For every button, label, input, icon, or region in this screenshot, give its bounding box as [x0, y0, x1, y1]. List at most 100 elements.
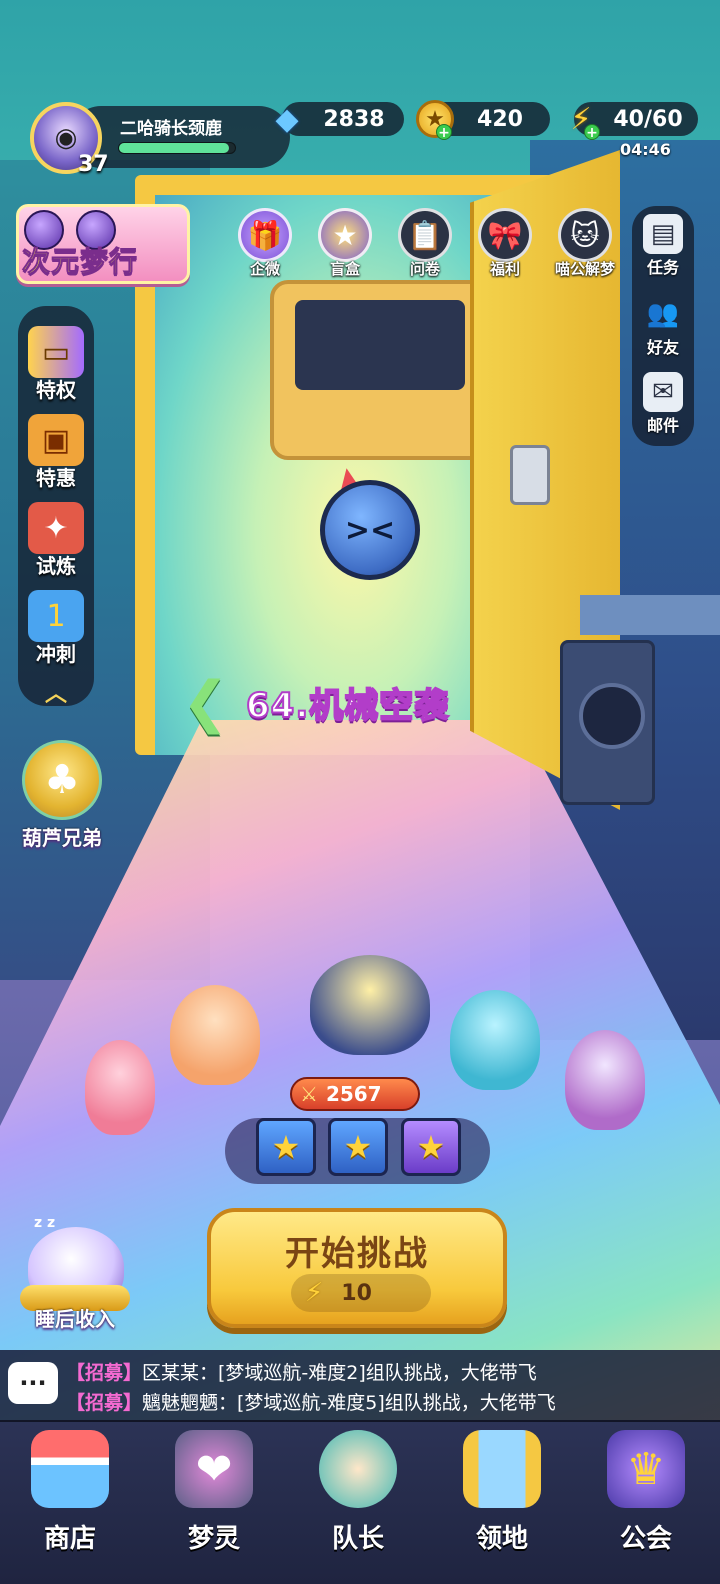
right-item-tasks[interactable]: ▤ 任务	[632, 214, 694, 286]
player-name: 二哈骑长颈鹿	[120, 119, 222, 139]
energy-value: 40/60	[613, 106, 683, 132]
left-item-discount[interactable]: ▣ 特惠	[18, 414, 94, 500]
top-icon-blindbox[interactable]: ★ 盲盒	[306, 208, 384, 282]
nav-label: 领地	[475, 1524, 528, 1554]
zzz-icon: z z	[34, 1215, 56, 1231]
start-challenge-label: 开始挑战	[285, 1234, 429, 1274]
energy-cost: ⚡ 10	[291, 1274, 431, 1312]
chat-bubble-icon[interactable]: ···	[8, 1362, 58, 1404]
top-icon-label: 问卷	[409, 260, 440, 278]
exp-bar-fill	[119, 143, 230, 153]
nav-label: 商店	[43, 1524, 96, 1554]
friends-icon: 👥	[646, 299, 680, 329]
right-item-label: 任务	[646, 258, 679, 277]
chat-tag: 【招募】	[66, 1392, 143, 1414]
right-item-mail[interactable]: ✉ 邮件	[632, 372, 694, 444]
right-item-friends[interactable]: 👥 好友	[632, 294, 694, 366]
captain-icon	[319, 1430, 397, 1508]
player-level: 37	[78, 152, 109, 177]
cat-icon: 🐱	[558, 208, 612, 262]
welfare-gift-icon: 🎀	[478, 208, 532, 262]
add-coin-icon[interactable]: +	[436, 124, 452, 141]
top-icon-label: 福利	[489, 260, 520, 278]
nav-dream-spirit[interactable]: ❤ 梦灵	[154, 1430, 274, 1560]
top-icon-label: 企微	[249, 260, 280, 278]
guild-icon: ♛	[607, 1430, 685, 1508]
nav-label: 梦灵	[187, 1524, 240, 1554]
diamond-icon: ◆	[275, 101, 299, 137]
territory-door-icon	[463, 1430, 541, 1508]
mail-icon: ✉	[643, 372, 683, 412]
event-title: 次元梦行	[21, 245, 139, 279]
energy-bolt-icon: ⚡	[305, 1278, 324, 1308]
shop-icon	[31, 1430, 109, 1508]
task-book-icon: ▤	[643, 214, 683, 254]
top-icon-label: 盲盒	[329, 260, 360, 278]
left-item-label: 冲刺	[36, 642, 76, 666]
nav-label: 公会	[619, 1524, 672, 1554]
energy-timer: 04:46	[620, 140, 671, 159]
door-handle-icon	[510, 445, 550, 505]
team-power-value: 2567	[325, 1082, 382, 1106]
top-icon-wecom[interactable]: 🎁 企微	[226, 208, 304, 282]
desk	[580, 595, 720, 635]
hero-knight[interactable]	[310, 955, 430, 1055]
hero-goggles[interactable]	[170, 985, 260, 1085]
nav-shop[interactable]: 商店	[10, 1430, 130, 1560]
left-item-label: 试炼	[36, 554, 76, 578]
previous-stage-arrow-icon[interactable]: ❮	[182, 672, 229, 734]
boss-robot[interactable]: ><	[320, 480, 420, 580]
dream-spirit-icon: ❤	[175, 1430, 253, 1508]
hero-spider-girl[interactable]	[565, 1030, 645, 1130]
left-item-label: 特惠	[36, 466, 76, 490]
top-icon-label: 喵公解梦	[554, 260, 615, 278]
hero-nurse[interactable]	[85, 1040, 155, 1135]
hero-genie[interactable]	[450, 990, 540, 1090]
chat-line[interactable]: 【招募】魑魅魍魉：[梦域巡航-难度5]组队挑战，大佬带飞	[66, 1388, 556, 1415]
sword-icon: ⚔	[300, 1082, 318, 1106]
exp-bar	[118, 142, 236, 154]
nav-territory[interactable]: 领地	[442, 1430, 562, 1560]
add-energy-icon[interactable]: +	[584, 124, 600, 141]
reward-chest-2[interactable]: ★	[328, 1118, 388, 1176]
gourd-brothers-button[interactable]: ♣ 葫芦兄弟	[12, 740, 112, 860]
gourd-icon: ♣	[22, 740, 102, 820]
reward-chest-3[interactable]: ★	[401, 1118, 461, 1176]
gift-icon: 🎁	[238, 208, 292, 262]
trial-cannon-icon: ✦	[28, 502, 84, 554]
coin-value: 420	[477, 106, 523, 132]
start-challenge-button[interactable]: 开始挑战 ⚡ 10	[207, 1208, 507, 1328]
top-icon-welfare[interactable]: 🎀 福利	[466, 208, 544, 282]
sleep-income-label: 睡后收入	[35, 1307, 115, 1331]
privilege-card-icon: ▭	[28, 326, 84, 378]
clipboard-icon: 📋	[398, 208, 452, 262]
right-item-label: 邮件	[646, 416, 679, 435]
left-item-label: 特权	[36, 378, 76, 402]
stage-title: 64.机械空袭	[245, 685, 450, 727]
top-icon-survey[interactable]: 📋 问卷	[386, 208, 464, 282]
sprint-rank-icon: 1	[28, 590, 84, 642]
gourd-label: 葫芦兄弟	[22, 826, 102, 850]
left-item-privilege[interactable]: ▭ 特权	[18, 326, 94, 412]
left-item-sprint[interactable]: 1 冲刺	[18, 590, 94, 676]
top-icon-dream[interactable]: 🐱 喵公解梦	[546, 208, 624, 282]
reward-chest-1[interactable]: ★	[256, 1118, 316, 1176]
chat-message: 区某某：[梦域巡航-难度2]组队挑战，大佬带飞	[142, 1362, 537, 1384]
speaker	[560, 640, 655, 805]
team-power-badge: ⚔ 2567	[290, 1077, 420, 1111]
chat-message: 魑魅魍魉：[梦域巡航-难度5]组队挑战，大佬带飞	[142, 1392, 556, 1414]
diamond-value: 2838	[323, 106, 385, 132]
sleep-income-button[interactable]: z z 睡后收入	[10, 1215, 140, 1335]
discount-box-icon: ▣	[28, 414, 84, 466]
chat-line[interactable]: 【招募】区某某：[梦域巡航-难度2]组队挑战，大佬带飞	[66, 1358, 537, 1385]
right-item-label: 好友	[646, 338, 679, 357]
left-item-trial[interactable]: ✦ 试炼	[18, 502, 94, 588]
nav-label: 队长	[331, 1524, 384, 1554]
arcade-screen	[295, 300, 465, 390]
nav-guild[interactable]: ♛ 公会	[586, 1430, 706, 1560]
collapse-chevron-up-icon[interactable]: ︿	[40, 676, 72, 707]
nav-captain[interactable]: 队长	[298, 1430, 418, 1560]
mystery-box-icon: ★	[318, 208, 372, 262]
energy-cost-value: 10	[341, 1280, 372, 1306]
chat-tag: 【招募】	[66, 1362, 143, 1384]
